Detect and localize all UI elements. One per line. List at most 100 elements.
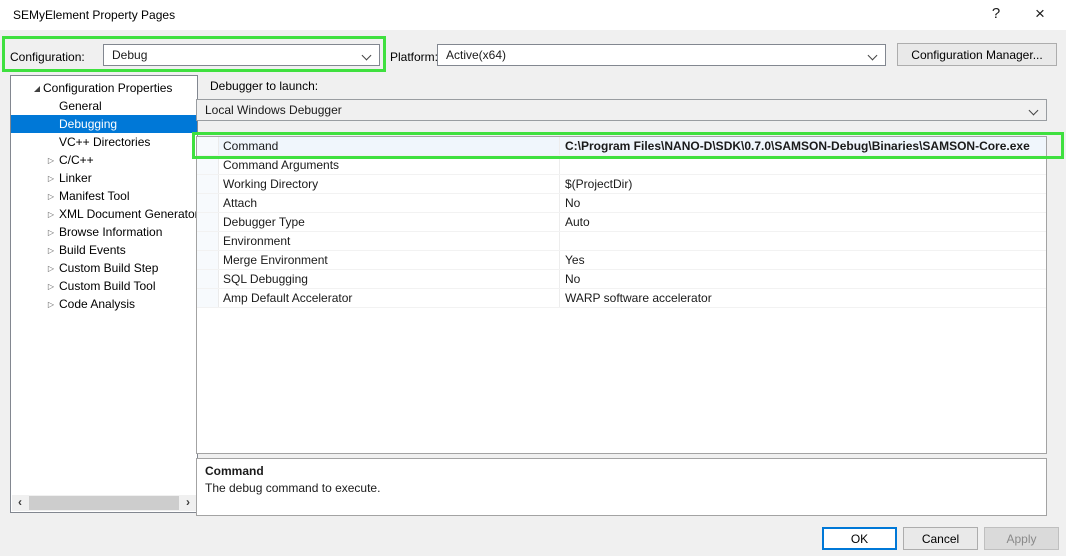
- property-value[interactable]: $(ProjectDir): [560, 175, 1046, 193]
- property-value[interactable]: Yes: [560, 251, 1046, 269]
- tree-item-linker[interactable]: ▷ Linker: [11, 169, 197, 187]
- property-row-sql-debugging[interactable]: SQL DebuggingNo: [197, 270, 1046, 289]
- tree-item-label: VC++ Directories: [59, 133, 150, 151]
- property-name: Command: [219, 137, 560, 155]
- tree-item-browse-information[interactable]: ▷ Browse Information: [11, 223, 197, 241]
- property-name: Command Arguments: [219, 156, 560, 174]
- configuration-dropdown[interactable]: Debug: [103, 44, 380, 66]
- property-grid: CommandC:\Program Files\NANO-D\SDK\0.7.0…: [196, 136, 1047, 454]
- tree-item-debugging[interactable]: Debugging: [11, 115, 197, 133]
- configuration-label: Configuration:: [10, 50, 85, 64]
- tree-collapsed-icon[interactable]: ▷: [43, 222, 59, 242]
- ok-button[interactable]: OK: [822, 527, 897, 550]
- tree-item-label: Custom Build Step: [59, 259, 158, 277]
- property-row-attach[interactable]: AttachNo: [197, 194, 1046, 213]
- tree-collapsed-icon[interactable]: ▷: [43, 294, 59, 314]
- tree-item-label: Build Events: [59, 241, 126, 259]
- property-name: Working Directory: [219, 175, 560, 193]
- tree-item-custom-build-step[interactable]: ▷ Custom Build Step: [11, 259, 197, 277]
- apply-button[interactable]: Apply: [984, 527, 1059, 550]
- tree-item-configuration-properties[interactable]: Configuration Properties: [11, 79, 197, 97]
- tree-collapsed-icon[interactable]: ▷: [43, 186, 59, 206]
- tree-collapsed-icon: ▷: [48, 228, 54, 237]
- platform-dropdown[interactable]: Active(x64): [437, 44, 886, 66]
- property-name: Debugger Type: [219, 213, 560, 231]
- property-value[interactable]: [560, 156, 1046, 174]
- scroll-right-icon[interactable]: ›: [180, 495, 196, 511]
- tree-item-label: XML Document Generator: [59, 205, 198, 223]
- debugger-dropdown[interactable]: Local Windows Debugger: [196, 99, 1047, 121]
- property-value[interactable]: [560, 232, 1046, 250]
- property-row-gutter: [197, 213, 219, 231]
- property-value[interactable]: C:\Program Files\NANO-D\SDK\0.7.0\SAMSON…: [560, 137, 1046, 155]
- tree-item-manifest-tool[interactable]: ▷Manifest Tool: [11, 187, 197, 205]
- tree-item-build-events[interactable]: ▷ Build Events: [11, 241, 197, 259]
- cancel-button[interactable]: Cancel: [903, 527, 978, 550]
- property-row-working-directory[interactable]: Working Directory$(ProjectDir): [197, 175, 1046, 194]
- tree-item-label: Linker: [59, 169, 92, 187]
- tree-collapsed-icon[interactable]: ▷: [43, 258, 59, 278]
- property-row-gutter: [197, 270, 219, 288]
- tree-collapsed-icon[interactable]: ▷: [43, 240, 59, 260]
- debugger-to-launch-label: Debugger to launch:: [210, 79, 318, 93]
- property-row-command-arguments[interactable]: Command Arguments: [197, 156, 1046, 175]
- tree-collapsed-icon: ▷: [48, 282, 54, 291]
- tree-horizontal-scrollbar[interactable]: ‹ ›: [12, 495, 196, 511]
- tree-expanded-icon: [34, 86, 40, 92]
- property-value[interactable]: Auto: [560, 213, 1046, 231]
- property-row-gutter: [197, 194, 219, 212]
- tree-item-label: Debugging: [59, 115, 117, 133]
- tree-item-label: Browse Information: [59, 223, 162, 241]
- tree-collapsed-icon: ▷: [48, 300, 54, 309]
- property-value[interactable]: No: [560, 194, 1046, 212]
- platform-label: Platform:: [390, 50, 438, 64]
- property-row-gutter: [197, 251, 219, 269]
- property-row-command[interactable]: CommandC:\Program Files\NANO-D\SDK\0.7.0…: [197, 137, 1046, 156]
- property-row-merge-environment[interactable]: Merge EnvironmentYes: [197, 251, 1046, 270]
- tree-item-label: General: [59, 97, 102, 115]
- tree-item-vc-directories[interactable]: VC++ Directories: [11, 133, 197, 151]
- tree-collapsed-icon[interactable]: ▷: [43, 150, 59, 170]
- tree-collapsed-icon: ▷: [48, 174, 54, 183]
- property-row-gutter: [197, 137, 219, 155]
- property-value[interactable]: WARP software accelerator: [560, 289, 1046, 307]
- dialog-body: Configuration: Debug Platform: Active(x6…: [0, 30, 1066, 556]
- chevron-down-icon: [1029, 106, 1039, 116]
- tree-collapsed-icon[interactable]: ▷: [43, 276, 59, 296]
- property-value[interactable]: No: [560, 270, 1046, 288]
- tree-collapsed-icon: ▷: [48, 156, 54, 165]
- debugger-dropdown-value: Local Windows Debugger: [205, 103, 342, 117]
- tree-item-c-c[interactable]: ▷C/C++: [11, 151, 197, 169]
- config-tree: Configuration PropertiesGeneralDebugging…: [11, 76, 197, 313]
- property-row-debugger-type[interactable]: Debugger TypeAuto: [197, 213, 1046, 232]
- tree-item-xml-document-generator[interactable]: ▷XML Document Generator: [11, 205, 197, 223]
- property-row-gutter: [197, 156, 219, 174]
- help-icon[interactable]: ?: [976, 0, 1016, 28]
- property-name: Attach: [219, 194, 560, 212]
- tree-collapsed-icon: ▷: [48, 246, 54, 255]
- tree-collapsed-icon[interactable]: ▷: [43, 204, 59, 224]
- property-name: Environment: [219, 232, 560, 250]
- tree-expanded-icon[interactable]: [27, 79, 43, 97]
- configuration-dropdown-value: Debug: [112, 48, 147, 62]
- property-row-environment[interactable]: Environment: [197, 232, 1046, 251]
- description-text: The debug command to execute.: [205, 481, 1038, 495]
- tree-item-label: Configuration Properties: [43, 79, 172, 97]
- scroll-left-icon[interactable]: ‹: [12, 495, 28, 511]
- config-tree-panel: Configuration PropertiesGeneralDebugging…: [10, 75, 198, 513]
- tree-collapsed-icon[interactable]: ▷: [43, 168, 59, 188]
- property-row-gutter: [197, 289, 219, 307]
- tree-item-custom-build-tool[interactable]: ▷Custom Build Tool: [11, 277, 197, 295]
- chevron-down-icon: [362, 51, 372, 61]
- scrollbar-thumb[interactable]: [29, 496, 179, 510]
- tree-item-code-analysis[interactable]: ▷Code Analysis: [11, 295, 197, 313]
- tree-collapsed-icon: ▷: [48, 264, 54, 273]
- property-description-panel: Command The debug command to execute.: [196, 458, 1047, 516]
- property-row-amp-default-accelerator[interactable]: Amp Default AcceleratorWARP software acc…: [197, 289, 1046, 308]
- tree-item-label: Manifest Tool: [59, 187, 129, 205]
- close-icon[interactable]: ×: [1020, 0, 1060, 28]
- configuration-manager-button[interactable]: Configuration Manager...: [897, 43, 1057, 66]
- chevron-down-icon: [868, 51, 878, 61]
- property-name: SQL Debugging: [219, 270, 560, 288]
- tree-item-general[interactable]: General: [11, 97, 197, 115]
